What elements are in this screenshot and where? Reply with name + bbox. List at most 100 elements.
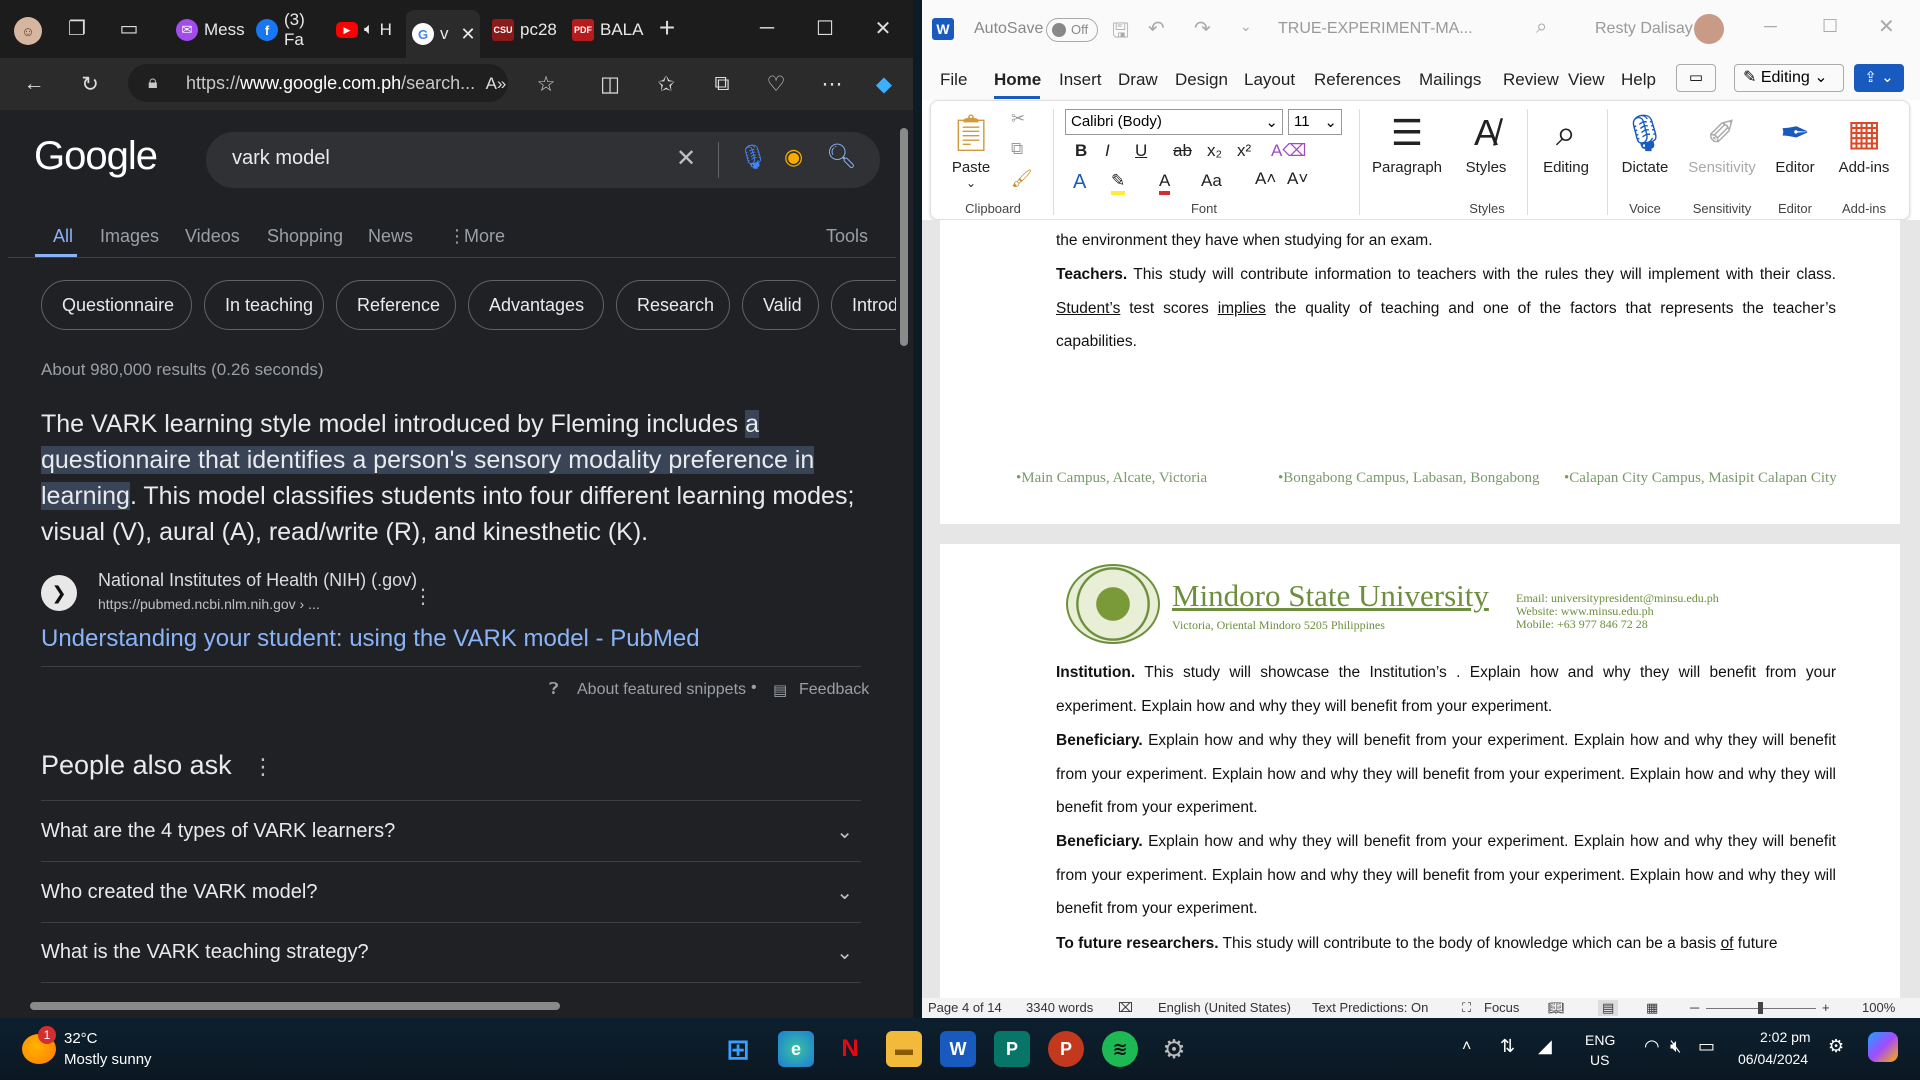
- clock-time[interactable]: 2:02 pm: [1760, 1029, 1811, 1045]
- volume-muted-icon[interactable]: 🔇︎: [1670, 1036, 1681, 1057]
- profile-avatar[interactable]: ☺: [14, 17, 42, 45]
- paa-question[interactable]: What are the 4 types of VARK learners? ⌄: [41, 800, 861, 861]
- about-snippets-link[interactable]: About featured snippets: [577, 681, 746, 699]
- chip-in-teaching[interactable]: In teaching: [204, 280, 324, 330]
- tab-design[interactable]: Design: [1175, 70, 1228, 90]
- tab-csu[interactable]: CSU pc28: [486, 12, 562, 48]
- text-effects-button[interactable]: A: [1073, 171, 1086, 194]
- zoom-out-icon[interactable]: ─: [1690, 1000, 1699, 1015]
- copilot-icon[interactable]: ◆: [866, 66, 902, 102]
- undo-icon[interactable]: ↶: [1148, 16, 1165, 41]
- font-size-select[interactable]: 11 ⌄: [1288, 109, 1342, 135]
- document-title[interactable]: TRUE-EXPERIMENT-MA...: [1278, 20, 1473, 38]
- superscript-button[interactable]: x²: [1237, 141, 1251, 161]
- tab-shopping[interactable]: Shopping: [267, 226, 343, 247]
- tab-pdf[interactable]: PDF BALA: [566, 12, 643, 48]
- strikethrough-button[interactable]: ab: [1173, 141, 1192, 161]
- redo-icon[interactable]: ↷: [1194, 16, 1211, 41]
- paragraph-future-researchers[interactable]: To future researchers. This study will c…: [1056, 927, 1836, 961]
- tab-google[interactable]: G v ✕: [406, 10, 480, 58]
- tab-file[interactable]: File: [940, 70, 967, 90]
- format-painter-icon[interactable]: 🖌︎: [1011, 169, 1033, 189]
- snippet-source[interactable]: ❯ National Institutes of Health (NIH) (.…: [41, 570, 861, 620]
- search-box[interactable]: vark model ✕ 🎙︎ ◉ 🔍︎: [206, 132, 880, 188]
- clock-date[interactable]: 06/04/2024: [1738, 1051, 1808, 1067]
- addins-button[interactable]: ▦ Add-ins: [1831, 107, 1897, 176]
- tab-help[interactable]: Help: [1621, 70, 1656, 90]
- edge-taskbar-icon[interactable]: e: [778, 1031, 814, 1067]
- zoom-in-icon[interactable]: +: [1822, 1000, 1830, 1015]
- tray-app-icon[interactable]: ◢: [1538, 1036, 1552, 1057]
- notifications-icon[interactable]: ⚙: [1828, 1036, 1844, 1057]
- chip-questionnaire[interactable]: Questionnaire: [41, 280, 192, 330]
- cut-icon[interactable]: ✂: [1011, 109, 1025, 129]
- language-region[interactable]: US: [1590, 1052, 1609, 1068]
- weather-temperature[interactable]: 32°C: [64, 1030, 98, 1047]
- paa-question[interactable]: What is the VARK teaching strategy? ⌄: [41, 922, 861, 983]
- tab-tools[interactable]: Tools: [826, 226, 868, 247]
- minimize-button[interactable]: ─: [750, 10, 784, 46]
- copilot-taskbar-icon[interactable]: [1868, 1032, 1898, 1062]
- editor-button[interactable]: ✒ Editor: [1765, 107, 1825, 176]
- dictate-button[interactable]: 🎙︎ Dictate: [1613, 107, 1677, 176]
- focus-label[interactable]: Focus: [1484, 1000, 1519, 1015]
- copy-icon[interactable]: ⧉: [1011, 139, 1023, 159]
- comments-button[interactable]: ▭: [1676, 64, 1716, 92]
- tab-layout[interactable]: Layout: [1244, 70, 1295, 90]
- proofing-icon[interactable]: ⌧: [1118, 1000, 1133, 1016]
- more-menu-icon[interactable]: ⋯: [814, 66, 850, 102]
- clear-search-icon[interactable]: ✕: [676, 144, 696, 173]
- shrink-font-button[interactable]: A˅: [1287, 169, 1308, 189]
- scrollbar-thumb[interactable]: [900, 128, 908, 346]
- vertical-scrollbar[interactable]: [896, 110, 913, 1008]
- editing-button[interactable]: ⌕ Editing: [1531, 107, 1601, 177]
- maximize-button[interactable]: ☐: [1822, 16, 1838, 37]
- word-taskbar-icon[interactable]: W: [940, 1031, 976, 1067]
- editing-mode-button[interactable]: ✎ Editing ⌄: [1734, 64, 1844, 92]
- horizontal-scrollbar[interactable]: [8, 997, 896, 1015]
- workspaces-icon[interactable]: ❐: [60, 10, 94, 46]
- netflix-icon[interactable]: N: [832, 1031, 868, 1067]
- google-logo[interactable]: Google: [34, 134, 158, 179]
- zoom-slider-thumb[interactable]: [1758, 1002, 1763, 1014]
- paa-menu-icon[interactable]: ⋮: [252, 754, 274, 780]
- weather-description[interactable]: Mostly sunny: [64, 1051, 152, 1068]
- tab-references[interactable]: References: [1314, 70, 1401, 90]
- chip-introduction[interactable]: Introd: [831, 280, 896, 330]
- wifi-icon[interactable]: ◠: [1644, 1036, 1660, 1057]
- taskbar-tray-icon[interactable]: ⇅: [1500, 1036, 1515, 1057]
- microphone-icon[interactable]: 🎙︎: [738, 143, 768, 172]
- highlight-color-button[interactable]: ✎: [1111, 171, 1126, 195]
- text-predictions-status[interactable]: Text Predictions: On: [1312, 1000, 1428, 1015]
- subscript-button[interactable]: x₂: [1207, 141, 1222, 161]
- favorites-icon[interactable]: ✩: [648, 66, 684, 102]
- paragraph-button[interactable]: ☰ Paragraph: [1367, 107, 1447, 176]
- browser-essentials-icon[interactable]: ♡: [758, 66, 794, 102]
- tab-news[interactable]: News: [368, 226, 413, 247]
- close-tab-icon[interactable]: ✕: [461, 24, 476, 45]
- split-screen-icon[interactable]: ◫: [592, 66, 628, 102]
- tab-youtube[interactable]: ▶ 🔈︎ H: [330, 12, 406, 48]
- read-mode-icon[interactable]: 📖︎: [1548, 1000, 1565, 1016]
- read-aloud-icon[interactable]: A»: [478, 66, 514, 102]
- tab-facebook[interactable]: f (3) Fa: [250, 10, 326, 49]
- document-page[interactable]: the environment they have when studying …: [940, 220, 1900, 524]
- new-tab-button[interactable]: +: [650, 10, 684, 46]
- paragraph-tail[interactable]: the environment they have when studying …: [1056, 224, 1836, 258]
- battery-icon[interactable]: ▭: [1698, 1036, 1715, 1057]
- clear-formatting-icon[interactable]: A⌫: [1271, 141, 1306, 161]
- tab-home[interactable]: Home: [994, 70, 1041, 90]
- chip-valid[interactable]: Valid: [742, 280, 819, 330]
- word-count[interactable]: 3340 words: [1026, 1000, 1093, 1015]
- paragraph-institution[interactable]: Institution. This study will showcase th…: [1056, 656, 1836, 723]
- tab-review[interactable]: Review: [1503, 70, 1559, 90]
- bold-button[interactable]: B: [1075, 141, 1087, 161]
- refresh-button[interactable]: ↻: [72, 66, 108, 102]
- customize-toolbar-icon[interactable]: ⌄: [1240, 18, 1252, 35]
- zoom-level[interactable]: 100%: [1862, 1000, 1895, 1015]
- maximize-button[interactable]: ☐: [808, 10, 842, 46]
- paste-button[interactable]: 📋︎ Paste ⌄: [941, 107, 1001, 190]
- scrollbar-thumb[interactable]: [30, 1002, 560, 1010]
- chip-advantages[interactable]: Advantages: [468, 280, 604, 330]
- sensitivity-button[interactable]: ✐ Sensitivity: [1685, 107, 1759, 176]
